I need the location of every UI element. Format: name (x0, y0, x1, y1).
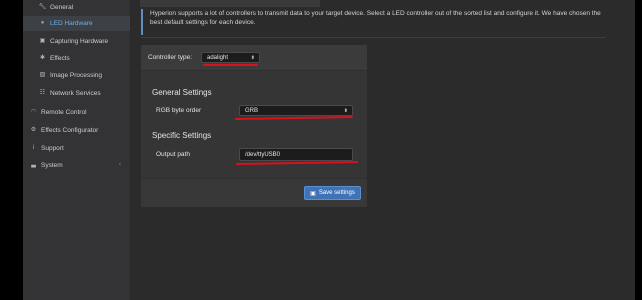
sitemap-icon: ☷ (39, 90, 46, 96)
image-icon: ▨ (39, 72, 46, 78)
sidebar-item-label: General (50, 4, 74, 11)
sidebar-item-label: Effects (50, 55, 70, 62)
led-controller-panel: Controller type: adalight ⬍ General Sett… (141, 45, 367, 207)
output-path-label: Output path (156, 151, 190, 158)
magic-icon: ✱ (39, 55, 46, 61)
rgb-byte-order-label: RGB byte order (156, 107, 202, 114)
sidebar-item-label: Remote Control (41, 109, 87, 116)
sidebar-item-capturing-hardware[interactable]: ▣ Capturing Hardware (23, 34, 130, 49)
sidebar-item-label: Effects Configurator (41, 127, 99, 134)
sidebar-item-label: Capturing Hardware (50, 38, 109, 45)
sidebar-item-remote-control[interactable]: ◠ Remote Control (23, 105, 130, 120)
wrench-icon: 🔧︎ (38, 4, 47, 10)
sidebar-item-network-services[interactable]: ☷ Network Services (23, 86, 130, 101)
red-underline-annotation (203, 64, 258, 66)
specific-settings-heading: Specific Settings (152, 131, 212, 140)
sidebar-item-general[interactable]: 🔧︎ General (23, 0, 130, 15)
info-text: Hyperion supports a lot of controllers t… (150, 10, 601, 26)
sidebar-item-effects[interactable]: ✱ Effects (23, 51, 130, 66)
rgb-byte-order-select[interactable]: GRB ⬍ (239, 105, 353, 116)
controller-type-select[interactable]: adalight ⬍ (201, 52, 260, 63)
save-settings-label: Save settings (318, 190, 355, 196)
info-icon: i (32, 145, 35, 151)
top-tab-bar (140, 0, 320, 7)
controller-type-value: adalight (207, 55, 229, 61)
main-content: Hyperion supports a lot of controllers t… (130, 0, 635, 300)
sidebar-item-label: Image Processing (50, 72, 103, 79)
controller-type-label: Controller type: (148, 54, 193, 61)
rgb-byte-order-value: GRB (245, 108, 259, 114)
sidebar-item-support[interactable]: i Support (23, 141, 130, 156)
sidebar-item-label: LED Hardware (50, 20, 93, 27)
divider (141, 37, 606, 38)
cogs-icon: ⚙ (30, 127, 37, 133)
sidebar-item-label: System (41, 162, 63, 169)
app-window: 🔧︎ General ● LED Hardware ▣ Capturing Ha… (23, 0, 635, 300)
general-settings-heading: General Settings (152, 88, 212, 97)
output-path-input[interactable]: /dev/ttyUSB0 (239, 148, 353, 161)
sidebar-item-led-hardware[interactable]: ● LED Hardware (23, 16, 130, 31)
sidebar-item-system[interactable]: ▃ System ‹ (23, 158, 130, 173)
select-arrows-icon: ⬍ (250, 55, 255, 61)
sidebar: 🔧︎ General ● LED Hardware ▣ Capturing Ha… (23, 0, 130, 300)
output-path-value: /dev/ttyUSB0 (245, 152, 281, 158)
sidebar-item-label: Support (41, 145, 64, 152)
sidebar-item-image-processing[interactable]: ▨ Image Processing (23, 68, 130, 83)
info-callout: Hyperion supports a lot of controllers t… (141, 9, 603, 35)
wifi-icon: ◠ (30, 109, 37, 115)
save-settings-button[interactable]: ▣ Save settings (304, 186, 361, 200)
camera-icon: ▣ (39, 38, 46, 44)
save-icon: ▣ (310, 190, 316, 197)
lightbulb-icon: ● (40, 20, 45, 26)
sidebar-item-effects-configurator[interactable]: ⚙ Effects Configurator (23, 123, 130, 138)
sidebar-item-label: Network Services (50, 90, 101, 97)
chevron-left-icon: ‹ (119, 162, 121, 168)
chart-icon: ▃ (31, 162, 36, 168)
